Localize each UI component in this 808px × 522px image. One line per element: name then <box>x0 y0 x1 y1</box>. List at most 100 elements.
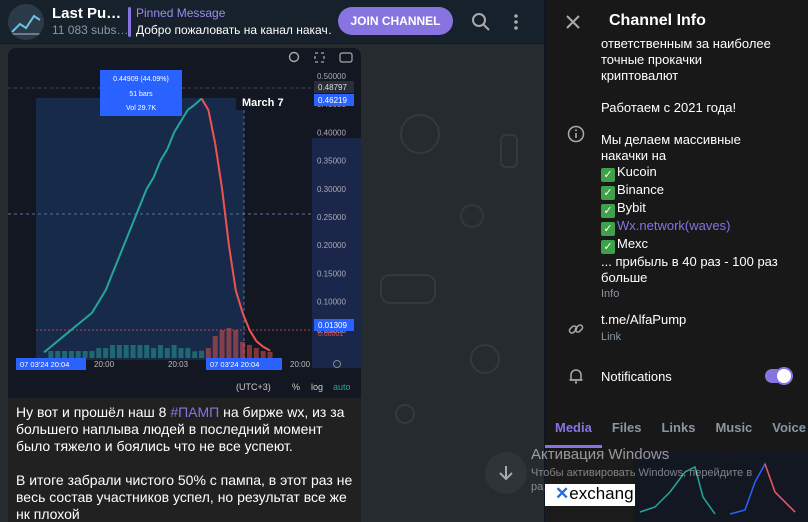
channel-link[interactable]: t.me/AlfaPump <box>601 312 686 327</box>
join-channel-button[interactable]: JOIN CHANNEL <box>338 7 453 35</box>
volume-bar <box>116 345 122 358</box>
volume-bar <box>192 351 198 358</box>
channel-bio: ответственным за наиболее точные прокачк… <box>601 36 801 302</box>
tooltip-price: 0.44909 (44.09%) <box>113 76 169 83</box>
volume-bar <box>75 351 81 358</box>
search-icon[interactable] <box>470 11 492 33</box>
log-toggle[interactable]: log <box>311 382 323 392</box>
channel-avatar[interactable] <box>8 4 44 40</box>
time-right-label: 07 03'24 20:04 <box>210 360 259 369</box>
tab-files[interactable]: Files <box>602 412 652 448</box>
volume-bar <box>164 348 170 358</box>
arrow-down-icon <box>499 466 513 481</box>
bio-line: Работаем с 2021 года! <box>601 100 737 115</box>
volume-bar <box>226 328 232 358</box>
check-icon: ✓ <box>601 186 615 200</box>
channel-title[interactable]: Last Pu… <box>52 5 121 22</box>
bio-caption: Info <box>601 288 620 300</box>
subscriber-count: 11 083 subs… <box>52 23 129 37</box>
exchange-link[interactable]: Wx.network(waves) <box>617 218 730 233</box>
settings-icon[interactable] <box>288 51 300 63</box>
time-label-2: 20:03 <box>168 360 189 369</box>
check-icon: ✓ <box>601 240 615 254</box>
price-tick-label: 0.40000 <box>317 128 346 137</box>
watermark-line: Чтобы активировать Windows, перейдите в <box>531 467 753 479</box>
volume-bar <box>212 336 218 358</box>
info-header: Channel Info <box>545 0 808 36</box>
volume-bar <box>205 348 211 358</box>
selection-range <box>36 98 244 360</box>
message-paragraph-1: Ну вот и прошёл наш 8 #ПАМП на бирже wx,… <box>16 404 353 455</box>
price-tick-label: 0.50000 <box>317 72 346 81</box>
tab-media[interactable]: Media <box>545 412 602 448</box>
time-label-3: 20:00 <box>290 360 311 369</box>
tooltip-bars: 51 bars <box>129 91 153 98</box>
bio-line: больше <box>601 270 648 285</box>
scroll-down-button[interactable] <box>485 452 527 494</box>
telegram-window: Last Pu… 11 083 subs… Pinned Message Доб… <box>0 0 808 522</box>
exchange-item: ✓ Bybit <box>601 200 801 218</box>
volume-bar <box>233 330 239 358</box>
toggle-knob <box>775 367 793 385</box>
volume-bar <box>109 345 115 358</box>
price-tick-label: 0.25000 <box>317 213 346 222</box>
volume-bar <box>260 351 266 358</box>
check-icon: ✓ <box>601 168 615 182</box>
chat-pane: Last Pu… 11 083 subs… Pinned Message Доб… <box>0 0 544 522</box>
pinned-title[interactable]: Pinned Message <box>136 6 225 20</box>
notifications-label: Notifications <box>601 369 672 384</box>
volume-bar <box>130 345 136 358</box>
tooltip-volume: Vol 29.7K <box>126 105 156 112</box>
info-title: Channel Info <box>609 12 706 29</box>
exchange-item: ✓ Binance <box>601 182 801 200</box>
volume-bar <box>89 351 95 358</box>
volume-bar <box>185 348 191 358</box>
pinned-indicator <box>128 7 131 37</box>
more-vertical-icon[interactable] <box>505 11 527 33</box>
time-label-1: 20:00 <box>94 360 115 369</box>
volume-bar <box>171 345 177 358</box>
timezone-label[interactable]: (UTC+3) <box>236 382 271 392</box>
price-hi-label: 0.46219 <box>318 96 347 105</box>
percent-toggle[interactable]: % <box>292 382 300 392</box>
auto-toggle[interactable]: auto <box>333 382 351 392</box>
exchange-name: Kucoin <box>617 164 657 179</box>
bio-line: точные прокачки <box>601 52 703 67</box>
price-tick-label: 0.30000 <box>317 185 346 194</box>
volume-bar <box>178 348 184 358</box>
volume-bar <box>137 345 143 358</box>
time-axis <box>8 370 361 398</box>
link-icon <box>568 324 584 334</box>
media-tabs: Media Files Links Music Voice <box>545 412 808 448</box>
bio-line: ... прибыль в 40 раз - 100 раз <box>601 254 778 269</box>
close-icon[interactable] <box>563 12 583 32</box>
chart-screenshot[interactable]: 0.500000.450000.400000.350000.300000.250… <box>8 48 361 398</box>
volume-bar <box>96 348 102 358</box>
exchange-name: Binance <box>617 182 664 197</box>
price-segment <box>262 345 271 352</box>
price-tick-label: 0.15000 <box>317 269 346 278</box>
volume-bar <box>253 348 259 358</box>
tab-links[interactable]: Links <box>651 412 705 448</box>
message-text: Ну вот и прошёл наш 8 #ПАМП на бирже wx,… <box>8 400 361 522</box>
tab-music[interactable]: Music <box>705 412 762 448</box>
tab-voice[interactable]: Voice <box>762 412 808 448</box>
notifications-toggle[interactable] <box>765 367 793 385</box>
bio-line: накачки на <box>601 148 667 163</box>
volume-bar <box>151 348 157 358</box>
volume-bar <box>82 351 88 358</box>
message-bubble: 0.500000.450000.400000.350000.300000.250… <box>8 48 361 522</box>
time-left-label: 07 03'24 20:04 <box>20 360 69 369</box>
price-segment <box>255 340 264 348</box>
bio-line: Мы делаем массивные <box>601 132 741 147</box>
price-tick-label: 0.35000 <box>317 157 346 166</box>
hashtag-link[interactable]: #ПАМП <box>170 404 219 420</box>
link-caption: Link <box>601 331 622 343</box>
exchange-item: ✓ Kucoin <box>601 164 801 182</box>
exchange-item: ✓ Mexc <box>601 236 801 254</box>
pinned-text[interactable]: Добро пожаловать на канал накач… <box>136 23 332 37</box>
exchange-logo-text: exchang <box>569 484 634 503</box>
volume-bar <box>62 351 68 358</box>
volume-bar <box>199 350 205 358</box>
volume-bar <box>144 345 150 358</box>
